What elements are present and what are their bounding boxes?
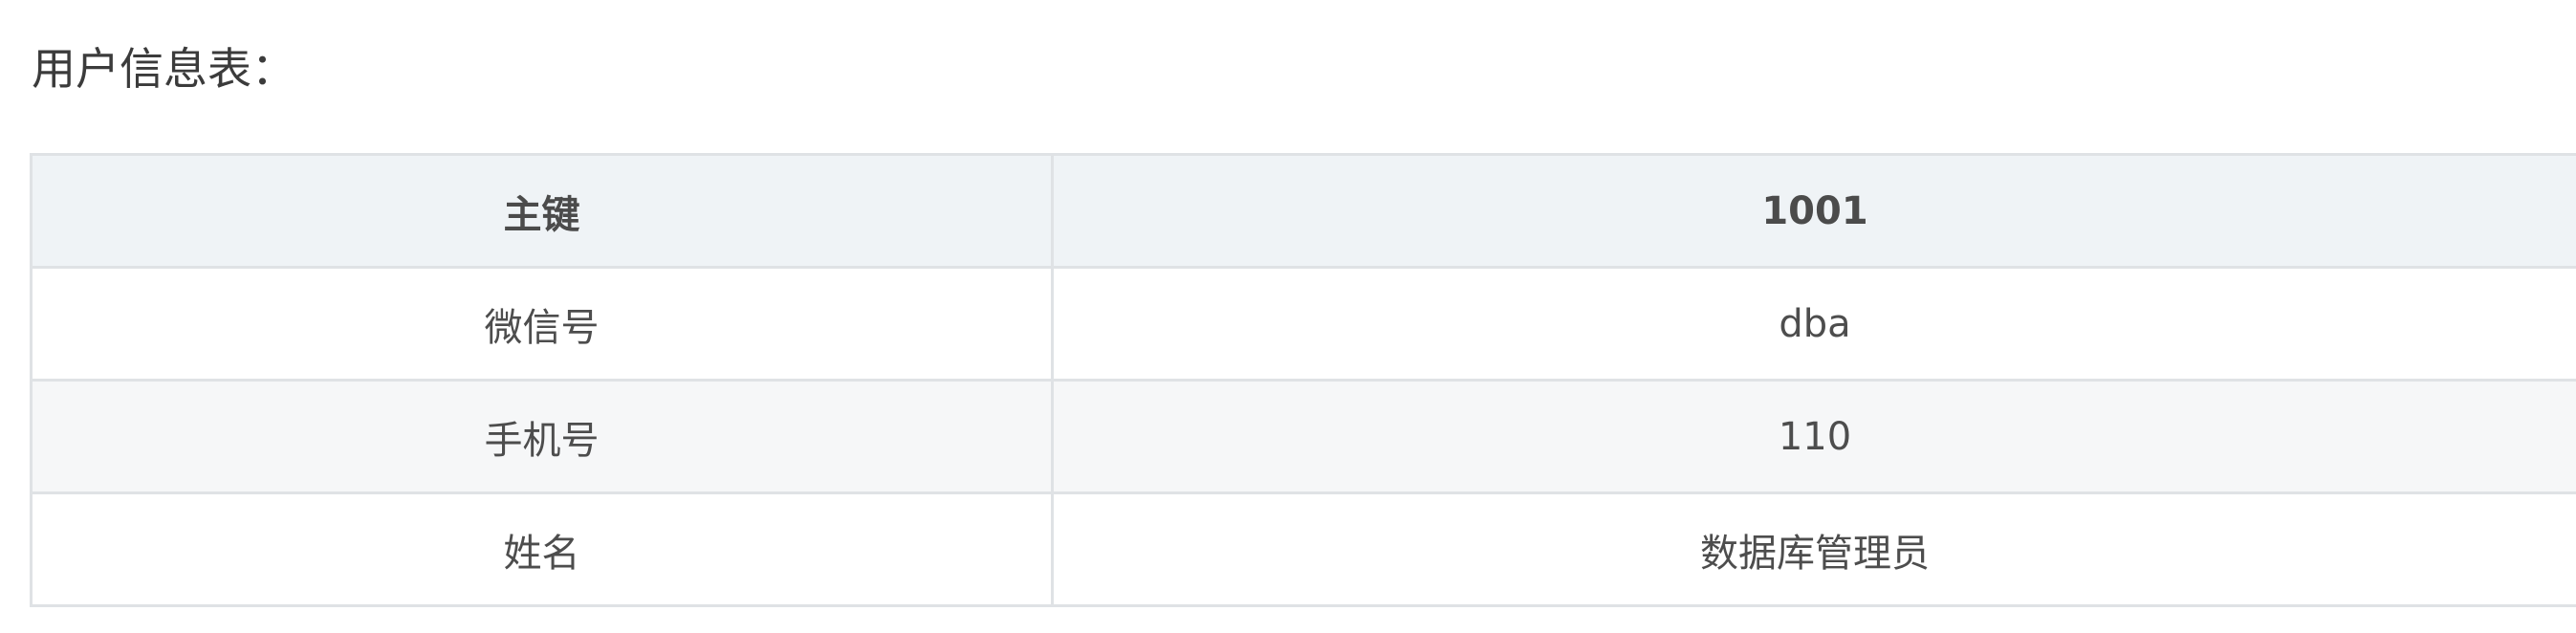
row-key-cell: 微信号 [30, 266, 1054, 382]
table-header-row: 主键 1001 [30, 153, 2576, 269]
row-value-cell: 数据库管理员 [1051, 491, 2576, 607]
table-row-phone: 手机号 110 [30, 379, 2576, 494]
header-value-cell: 1001 [1051, 153, 2576, 269]
table-row-wechat: 微信号 dba [30, 266, 2576, 382]
header-key-cell: 主键 [30, 153, 1054, 269]
row-key-cell: 姓名 [30, 491, 1054, 607]
row-key-cell: 手机号 [30, 379, 1054, 494]
user-info-table: 主键 1001 微信号 dba 手机号 110 姓名 数据库管理员 [30, 153, 2576, 607]
row-value-cell: 110 [1051, 379, 2576, 494]
table-row-name: 姓名 数据库管理员 [30, 491, 2576, 607]
row-value-cell: dba [1051, 266, 2576, 382]
table-title: 用户信息表： [32, 43, 295, 95]
